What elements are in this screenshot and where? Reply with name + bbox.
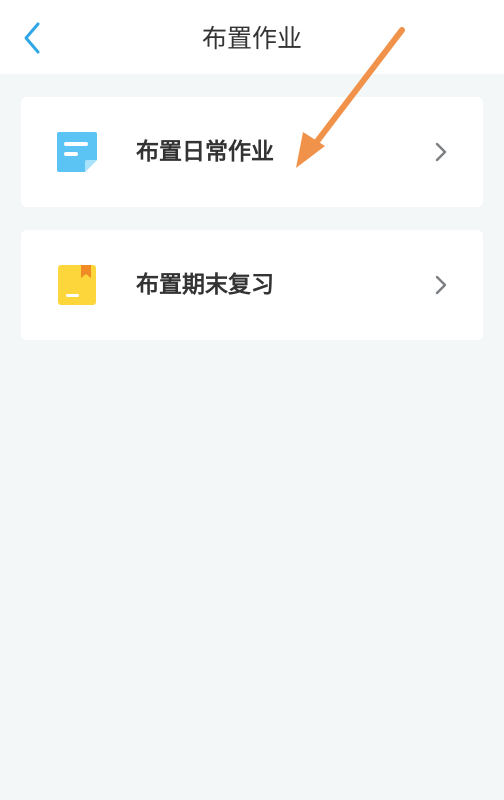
bookmark-book-icon <box>58 265 96 305</box>
menu-item-label: 布置日常作业 <box>136 139 274 165</box>
page-title: 布置作业 <box>201 24 302 53</box>
chevron-left-icon <box>24 22 40 54</box>
menu-item-label: 布置期末复习 <box>136 272 274 298</box>
chevron-right-icon <box>435 275 447 295</box>
menu-item-final-review[interactable]: 布置期末复习 <box>21 230 483 340</box>
note-icon <box>57 132 97 172</box>
back-button[interactable] <box>12 18 52 58</box>
header-bar: 布置作业 <box>0 0 504 74</box>
menu-item-daily-homework[interactable]: 布置日常作业 <box>21 97 483 207</box>
chevron-right-icon <box>435 142 447 162</box>
assign-homework-screen: 布置作业 布置日常作业 布置期末复习 <box>0 0 504 800</box>
